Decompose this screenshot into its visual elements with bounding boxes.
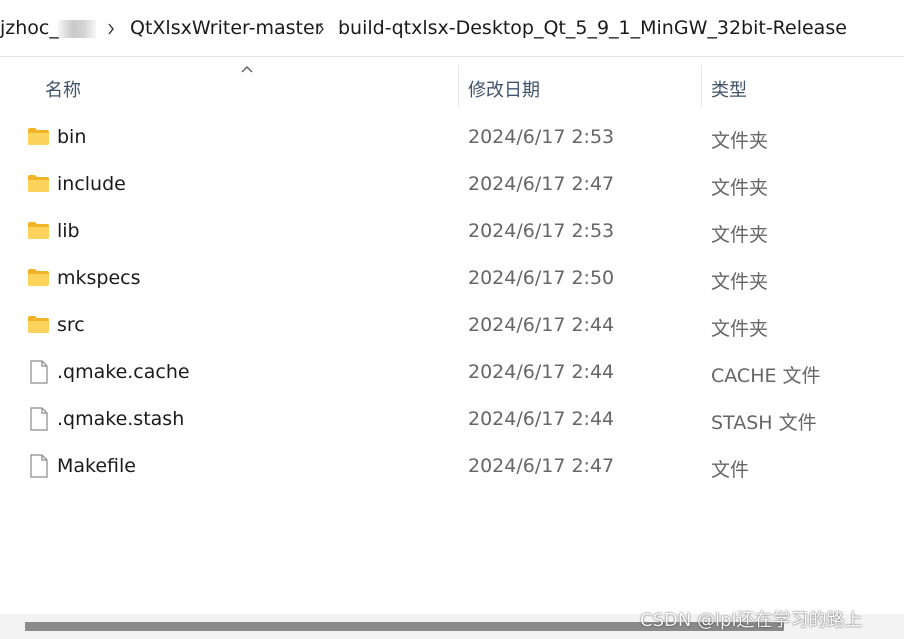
folder-icon: [28, 316, 49, 333]
chevron-right-icon: [108, 23, 114, 35]
file-type: 文件夹: [711, 318, 769, 340]
column-header-name[interactable]: 名称: [45, 76, 81, 102]
file-modified-date: 2024/6/17 2:53: [468, 220, 615, 242]
file-name: .qmake.cache: [57, 361, 190, 383]
file-name: src: [57, 314, 85, 336]
breadcrumb-item-project[interactable]: QtXlsxWriter-master: [130, 17, 322, 39]
list-item[interactable]: bin 2024/6/17 2:53 文件夹: [0, 114, 904, 161]
file-modified-date: 2024/6/17 2:47: [468, 455, 615, 477]
folder-icon: [28, 175, 49, 192]
folder-icon: [28, 269, 49, 286]
file-type: 文件夹: [711, 271, 769, 293]
file-icon: [30, 454, 48, 478]
file-modified-date: 2024/6/17 2:44: [468, 314, 615, 336]
file-type: 文件夹: [711, 177, 769, 199]
list-item[interactable]: include 2024/6/17 2:47 文件夹: [0, 161, 904, 208]
file-type: 文件夹: [711, 224, 769, 246]
file-icon: [30, 360, 48, 384]
file-modified-date: 2024/6/17 2:47: [468, 173, 615, 195]
file-name: mkspecs: [57, 267, 141, 289]
list-item[interactable]: .qmake.stash 2024/6/17 2:44 STASH 文件: [0, 396, 904, 443]
watermark-text: CSDN @lpl还在学习的路上: [640, 610, 863, 631]
file-name: .qmake.stash: [57, 408, 185, 430]
folder-icon: [28, 128, 49, 145]
file-modified-date: 2024/6/17 2:53: [468, 126, 615, 148]
breadcrumb-item-current[interactable]: build-qtxlsx-Desktop_Qt_5_9_1_MinGW_32bi…: [338, 17, 847, 39]
column-header-date[interactable]: 修改日期: [468, 76, 540, 102]
chevron-right-icon: [318, 23, 324, 35]
file-type: CACHE 文件: [711, 365, 821, 387]
file-type: 文件: [711, 459, 750, 481]
breadcrumb-item-user-label: jzhoc_: [0, 17, 59, 39]
list-item[interactable]: .qmake.cache 2024/6/17 2:44 CACHE 文件: [0, 349, 904, 396]
breadcrumb: jzhoc_ QtXlsxWriter-master build-qtxlsx-…: [0, 0, 904, 57]
file-type: STASH 文件: [711, 412, 817, 434]
column-divider[interactable]: [701, 65, 702, 107]
file-modified-date: 2024/6/17 2:50: [468, 267, 615, 289]
file-name: lib: [57, 220, 80, 242]
folder-icon: [28, 222, 49, 239]
column-header-type[interactable]: 类型: [711, 76, 747, 102]
file-modified-date: 2024/6/17 2:44: [468, 361, 615, 383]
file-name: Makefile: [57, 455, 136, 477]
file-name: include: [57, 173, 126, 195]
breadcrumb-item-user[interactable]: jzhoc_: [0, 16, 100, 42]
file-name: bin: [57, 126, 87, 148]
file-type: 文件夹: [711, 130, 769, 152]
list-item[interactable]: lib 2024/6/17 2:53 文件夹: [0, 208, 904, 255]
list-item[interactable]: src 2024/6/17 2:44 文件夹: [0, 302, 904, 349]
redaction-blur: [58, 20, 96, 38]
column-divider[interactable]: [458, 65, 459, 107]
list-item[interactable]: mkspecs 2024/6/17 2:50 文件夹: [0, 255, 904, 302]
list-item[interactable]: Makefile 2024/6/17 2:47 文件: [0, 443, 904, 490]
file-modified-date: 2024/6/17 2:44: [468, 408, 615, 430]
sort-ascending-icon: [241, 66, 253, 73]
file-icon: [30, 407, 48, 431]
